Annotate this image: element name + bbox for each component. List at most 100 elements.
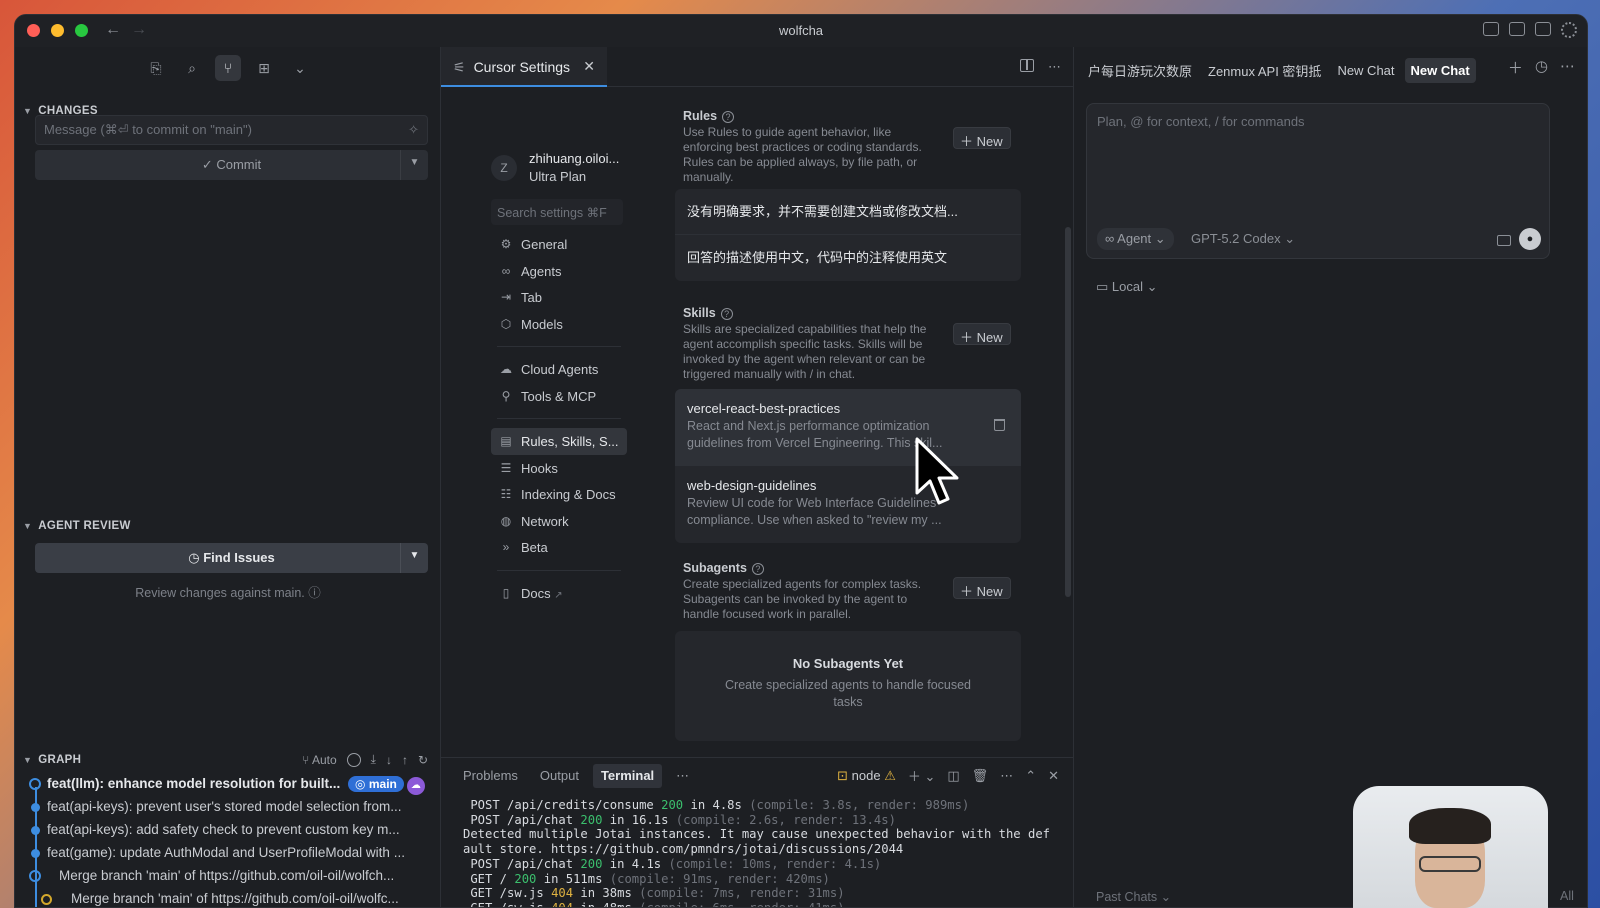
rule-item[interactable]: 没有明确要求，并不需要创建文档或修改文档... [675,189,1021,235]
new-skill-button[interactable]: ＋ New [953,323,1011,345]
chevron-down-icon: ▼ [23,106,33,116]
nav-item-tools-mcp[interactable]: ⚲ Tools & MCP [491,383,627,410]
new-subagent-button[interactable]: ＋ New [953,577,1011,599]
all-chats-link[interactable]: All [1560,889,1574,903]
chevron-down-icon[interactable]: ⌄ [287,55,313,81]
chat-input[interactable]: Plan, @ for context, / for commands ∞ Ag… [1086,103,1550,259]
clipboard-icon: ▤ [500,434,512,448]
more-icon[interactable]: ⋯ [668,764,697,788]
agent-review-section-header[interactable]: ▼ AGENT REVIEW [23,520,131,532]
profile-card[interactable]: Z zhihuang.oiloi... Ultra Plan [491,147,631,197]
help-icon[interactable]: ? [722,111,735,123]
commit-options-chevron-icon[interactable]: ▼ [400,150,428,180]
nav-item-beta[interactable]: » Beta [491,534,627,561]
search-icon[interactable]: ⌕ [179,55,205,81]
terminal-output[interactable]: POST /api/credits/consume 200 in 4.8s (c… [463,798,1063,907]
cube-icon: ⬡ [500,316,512,331]
settings-gear-icon[interactable] [1561,22,1577,38]
toggle-panel-icon[interactable] [1509,22,1525,36]
microphone-icon[interactable]: ● [1519,228,1541,250]
terminal-segment: Detected multiple Jotai instances. It ma… [463,827,1050,842]
chat-tab-active[interactable]: New Chat [1404,58,1476,83]
terminal-segment: in 38ms [573,886,640,901]
history-icon[interactable]: ◷ [1535,57,1548,78]
find-issues-button[interactable]: ◷ Find Issues ▼ [35,543,428,573]
commit-row[interactable]: feat(api-keys): add safety check to prev… [27,820,437,843]
search-settings-input[interactable]: Search settings ⌘F [491,199,623,225]
chat-tab[interactable]: Zenmux API 密钥抵 [1202,56,1327,85]
close-icon[interactable]: ✕ [583,58,595,75]
terminal-selector[interactable]: ⊡ node ⚠ [837,768,896,784]
close-icon[interactable]: ✕ [1048,768,1059,784]
auto-branch-toggle[interactable]: ⑂ Auto [302,753,337,767]
extensions-icon[interactable]: ⊞ [251,55,277,81]
find-issues-options-chevron-icon[interactable]: ▼ [400,543,428,573]
nav-item-cloud-agents[interactable]: ☁ Cloud Agents [491,356,627,383]
empty-subtitle: Create specialized agents to handle focu… [725,678,971,709]
nav-item-network[interactable]: ◍ Network [491,508,627,535]
trash-icon[interactable]: 🗑 [972,768,989,784]
commit-row[interactable]: feat(llm): enhance model resolution for … [27,774,437,797]
source-control-icon[interactable]: ⑂ [215,55,241,81]
skill-item[interactable]: vercel-react-best-practices React and Ne… [675,389,1021,466]
commit-message-input[interactable]: Message (⌘⏎ to commit on "main") ✧ [35,115,428,145]
split-terminal-icon[interactable]: ◫ [947,768,959,784]
model-select[interactable]: GPT-5.2 Codex ⌄ [1191,231,1295,247]
sparkle-icon[interactable]: ✧ [408,122,419,138]
nav-item-agents[interactable]: ∞ Agents [491,258,627,285]
settings-scrollbar[interactable] [1065,227,1071,597]
nav-item-tab[interactable]: ⇥ Tab [491,284,627,311]
pull-icon[interactable]: ↓ [386,753,392,767]
chat-tab[interactable]: New Chat [1331,58,1400,83]
more-icon[interactable]: ⋯ [1560,57,1575,78]
new-terminal-icon[interactable]: ＋ ⌄ [908,766,936,785]
tab-terminal[interactable]: Terminal [592,764,663,788]
tab-output[interactable]: Output [532,764,587,788]
cloud-icon: ☁ [500,362,512,376]
terminal-segment: (compile: 91ms, render: 420ms) [609,871,830,886]
commit-row[interactable]: Merge branch 'main' of https://github.co… [27,889,437,907]
push-icon[interactable]: ↑ [402,753,408,767]
past-chats-toggle[interactable]: Past Chats ⌄ [1096,889,1171,904]
terminal-segment: in 16.1s [602,812,676,827]
refresh-icon[interactable]: ↻ [418,753,428,767]
maximize-panel-icon[interactable]: ⌃ [1025,768,1036,784]
commit-row[interactable]: feat(game): update AuthModal and UserPro… [27,843,437,866]
more-icon[interactable]: ⋯ [1048,59,1061,75]
nav-item-docs[interactable]: ▯ Docs ↗ [491,580,627,607]
explorer-icon[interactable]: ⎘ [143,55,169,81]
nav-item-rules-skills[interactable]: ▤ Rules, Skills, S... [491,428,627,455]
fetch-icon[interactable]: ⤓ [371,752,376,767]
commit-row[interactable]: Merge branch 'main' of https://github.co… [27,866,437,889]
title-bar: ← → wolfcha [15,15,1587,47]
trash-icon[interactable] [994,419,1005,431]
plus-icon[interactable]: ＋ [1508,57,1523,78]
nav-item-hooks[interactable]: ☰ Hooks [491,455,627,482]
agent-mode-select[interactable]: ∞ Agent ⌄ [1097,228,1174,250]
terminal-segment: POST /api/credits/consume [463,798,662,812]
chat-tab[interactable]: 户每日游玩次数原 [1082,56,1198,85]
local-select[interactable]: ▭ Local ⌄ [1096,279,1158,295]
tab-problems[interactable]: Problems [455,764,526,788]
commit-button[interactable]: ✓ Commit ▼ [35,150,428,180]
tab-cursor-settings[interactable]: ⚟ Cursor Settings ✕ [441,47,607,87]
subagents-empty-state: No Subagents Yet Create specialized agen… [675,631,1021,741]
help-icon[interactable]: ⓘ [308,586,321,600]
rule-item[interactable]: 回答的描述使用中文，代码中的注释使用英文 [675,235,1021,281]
toggle-secondary-sidebar-icon[interactable] [1535,22,1551,36]
skill-item[interactable]: web-design-guidelines Review UI code for… [675,466,1021,543]
split-editor-icon[interactable] [1020,59,1034,72]
chevron-down-icon: ▼ [23,521,33,531]
nav-item-general[interactable]: ⚙ General [491,231,627,258]
nav-item-models[interactable]: ⬡ Models [491,311,627,338]
nav-item-indexing-docs[interactable]: ☷ Indexing & Docs [491,481,627,508]
more-icon[interactable]: ⋯ [1000,768,1013,784]
commit-row[interactable]: feat(api-keys): prevent user's stored mo… [27,797,437,820]
help-icon[interactable]: ? [720,308,733,320]
target-icon[interactable] [346,752,361,767]
graph-section-header[interactable]: ▼ GRAPH [23,754,81,766]
toggle-sidebar-icon[interactable] [1483,22,1499,36]
image-icon[interactable] [1497,235,1511,246]
new-rule-button[interactable]: ＋ New [953,127,1011,149]
help-icon[interactable]: ? [751,563,764,575]
